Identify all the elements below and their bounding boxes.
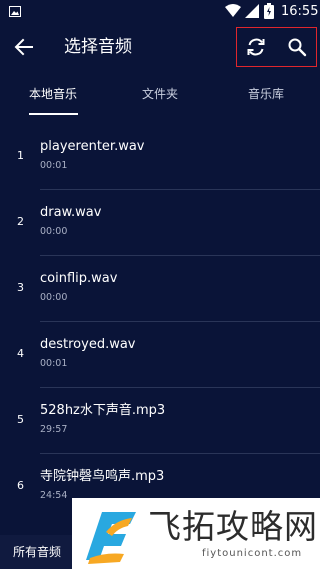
track-name: draw.wav xyxy=(40,205,102,220)
track-name: 寺院钟磬鸟鸣声.mp3 xyxy=(40,469,165,484)
active-tab-indicator xyxy=(29,113,78,115)
back-arrow-icon xyxy=(14,38,33,56)
watermark-logo-icon xyxy=(86,512,136,564)
wifi-icon xyxy=(225,4,241,17)
track-duration: 00:01 xyxy=(40,358,68,369)
track-row[interactable]: 2 draw.wav 00:00 xyxy=(0,190,320,256)
app-screen: 16:55 选择音频 本地音乐 文件夹 音乐库 1 playerenter.wa… xyxy=(0,0,320,569)
track-row[interactable]: 1 playerenter.wav 00:01 xyxy=(0,124,320,190)
track-index: 3 xyxy=(17,281,24,294)
toolbar: 选择音频 xyxy=(0,24,320,70)
track-duration: 00:01 xyxy=(40,160,68,171)
image-icon xyxy=(9,6,21,17)
track-duration: 24:54 xyxy=(40,490,68,501)
refresh-button[interactable] xyxy=(243,34,269,60)
track-duration: 00:00 xyxy=(40,226,68,237)
track-name: destroyed.wav xyxy=(40,337,136,352)
watermark: 飞拓攻略网 fiytounicont.com xyxy=(72,498,320,569)
tab-folder[interactable]: 文件夹 xyxy=(120,86,200,102)
search-button[interactable] xyxy=(284,34,310,60)
track-index: 2 xyxy=(17,215,24,228)
refresh-icon xyxy=(247,38,265,56)
track-name: 528hz水下声音.mp3 xyxy=(40,403,166,418)
battery-icon xyxy=(264,3,274,19)
status-bar: 16:55 xyxy=(0,0,320,24)
track-index: 6 xyxy=(17,479,24,492)
track-index: 1 xyxy=(17,149,24,162)
status-time: 16:55 xyxy=(281,4,319,19)
track-index: 4 xyxy=(17,347,24,360)
signal-icon xyxy=(245,4,259,18)
track-index: 5 xyxy=(17,413,24,426)
track-name: coinflip.wav xyxy=(40,271,118,286)
track-row[interactable]: 4 destroyed.wav 00:01 xyxy=(0,322,320,388)
track-row[interactable]: 5 528hz水下声音.mp3 29:57 xyxy=(0,388,320,454)
track-name: playerenter.wav xyxy=(40,139,145,154)
track-row[interactable]: 3 coinflip.wav 00:00 xyxy=(0,256,320,322)
watermark-domain: fiytounicont.com xyxy=(202,548,303,559)
track-duration: 00:00 xyxy=(40,292,68,303)
back-button[interactable] xyxy=(10,33,38,61)
watermark-text: 飞拓攻略网 xyxy=(148,507,318,546)
tab-local-music[interactable]: 本地音乐 xyxy=(13,86,93,102)
search-icon xyxy=(288,38,307,57)
all-audio-button[interactable]: 所有音频 xyxy=(13,544,61,560)
track-duration: 29:57 xyxy=(40,424,68,435)
tab-music-library[interactable]: 音乐库 xyxy=(226,86,306,102)
page-title: 选择音频 xyxy=(64,37,132,57)
